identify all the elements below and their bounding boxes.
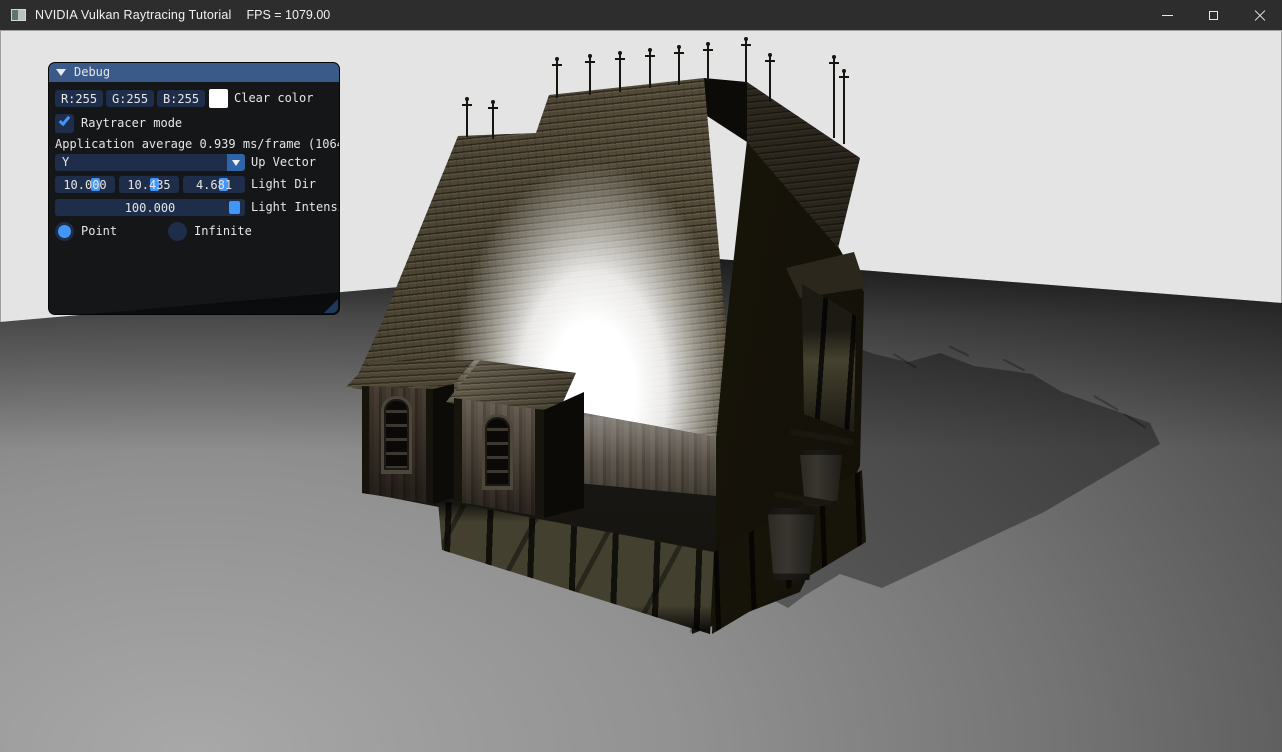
up-vector-value: Y: [62, 154, 69, 171]
roof-spike: [589, 57, 591, 95]
window-controls: [1144, 0, 1282, 30]
up-vector-row: Y Up Vector: [49, 154, 339, 173]
light-intensity-label: Light Intensity: [251, 199, 340, 216]
window-title: NVIDIA Vulkan Raytracing Tutorial: [35, 8, 232, 22]
close-icon: [1254, 10, 1265, 21]
point-radio-label: Point: [81, 222, 117, 241]
chevron-down-icon: [232, 160, 240, 166]
roof-spike: [466, 100, 468, 137]
roof-spike: [769, 56, 771, 102]
app-icon: [11, 9, 26, 21]
up-vector-label: Up Vector: [251, 154, 316, 171]
close-button[interactable]: [1236, 0, 1282, 30]
roof-spike: [556, 60, 558, 98]
infinite-radio[interactable]: [168, 222, 187, 241]
clear-color-row: R:255 G:255 B:255 Clear color: [49, 90, 339, 109]
collapse-arrow-icon[interactable]: [56, 69, 66, 76]
roof-spike: [833, 58, 835, 138]
minimize-button[interactable]: [1144, 0, 1190, 30]
hanging-lantern: [768, 508, 815, 580]
color-g-field[interactable]: G:255: [106, 90, 154, 107]
radio-dot-icon: [58, 225, 71, 238]
clear-color-swatch[interactable]: [209, 89, 228, 108]
dormer-right-window: [482, 414, 513, 490]
roof-spike: [649, 51, 651, 88]
titlebar: NVIDIA Vulkan Raytracing Tutorial FPS = …: [0, 0, 1282, 30]
app-window: NVIDIA Vulkan Raytracing Tutorial FPS = …: [0, 0, 1282, 752]
combo-arrow-button[interactable]: [227, 154, 245, 171]
debug-panel-header[interactable]: Debug: [49, 63, 339, 82]
light-dir-row: 10.000 10.435 4.681 Light Dir: [49, 176, 339, 195]
panel-resize-grip[interactable]: [324, 299, 338, 313]
roof-spike: [678, 48, 680, 85]
roof-spike: [843, 72, 845, 144]
debug-panel-title: Debug: [74, 63, 110, 82]
dormer-right-side: [544, 390, 584, 518]
raytracer-mode-label: Raytracer mode: [81, 114, 182, 133]
stats-text: Application average 0.939 ms/frame (1064: [55, 137, 340, 151]
raytracer-mode-row: Raytracer mode: [49, 114, 339, 133]
fps-counter: FPS = 1079.00: [247, 8, 331, 22]
color-b-field[interactable]: B:255: [157, 90, 205, 107]
roof-spike: [745, 40, 747, 84]
light-intensity-row: 100.000 Light Intensity: [49, 199, 339, 218]
minimize-icon: [1162, 15, 1173, 16]
light-dir-z-field[interactable]: 4.681: [183, 176, 245, 193]
color-r-field[interactable]: R:255: [55, 90, 103, 107]
maximize-button[interactable]: [1190, 0, 1236, 30]
raytracer-mode-checkbox[interactable]: [55, 114, 74, 133]
point-radio[interactable]: [55, 222, 74, 241]
light-intensity-slider[interactable]: 100.000: [55, 199, 245, 216]
stats-row: Application average 0.939 ms/frame (1064: [49, 137, 339, 151]
roof-spike: [707, 45, 709, 81]
check-icon: [59, 114, 71, 126]
light-dir-y-field[interactable]: 10.435: [119, 176, 179, 193]
infinite-radio-label: Infinite: [194, 222, 252, 241]
clear-color-label: Clear color: [234, 90, 313, 107]
slider-grab[interactable]: [229, 201, 240, 214]
light-type-row: Point Infinite: [49, 222, 339, 241]
light-dir-label: Light Dir: [251, 176, 316, 193]
dormer-left-window: [381, 396, 412, 474]
up-vector-combo[interactable]: Y: [55, 154, 245, 171]
light-dir-x-field[interactable]: 10.000: [55, 176, 115, 193]
roof-spike: [492, 103, 494, 139]
3d-viewport[interactable]: Debug R:255 G:255 B:255 Clear color Rayt…: [0, 30, 1282, 752]
maximize-icon: [1209, 11, 1218, 20]
debug-panel: Debug R:255 G:255 B:255 Clear color Rayt…: [48, 62, 340, 315]
roof-spike: [619, 54, 621, 92]
